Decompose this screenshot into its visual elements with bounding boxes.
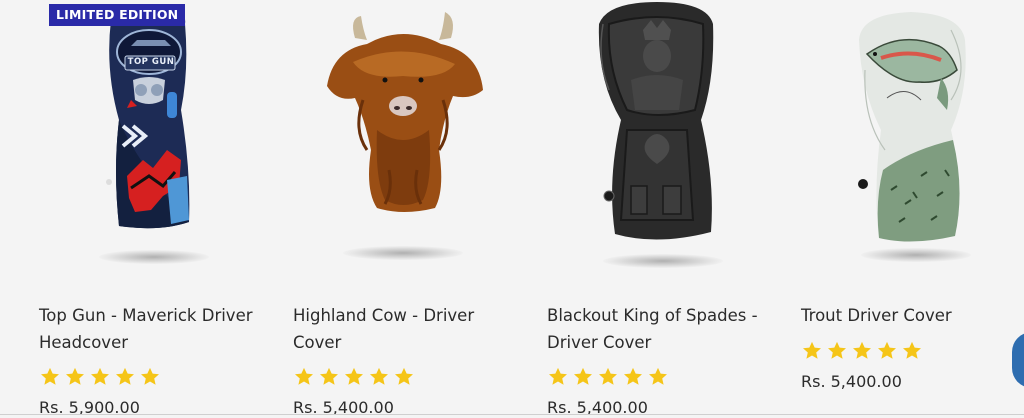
star-icon [370,367,388,385]
product-title[interactable]: Highland Cow - Driver Cover [293,302,533,356]
product-title[interactable]: Trout Driver Cover [801,302,1024,329]
star-icon [295,367,313,385]
star-icon [599,367,617,385]
rating-stars [39,366,161,388]
top-gun-logo-text: TOP GUN [127,57,175,67]
product-title[interactable]: Blackout King of Spades - Driver Cover [547,302,787,356]
product-card-top-gun[interactable]: TOP GUN LIMITED EDITION Top Gun - Maveri… [39,0,279,418]
highland-cow-headcover-image [327,12,483,212]
star-icon [803,341,821,359]
product-card-highland-cow[interactable]: Highland Cow - Driver Cover Rs. 5,400.00 [293,0,533,418]
product-card-trout[interactable]: Trout Driver Cover Rs. 5,400.00 [801,0,1024,418]
trout-headcover-image [858,12,966,242]
product-grid: TOP GUN LIMITED EDITION Top Gun - Maveri… [0,0,1024,418]
product-title-line: Trout Driver Cover [801,306,952,325]
product-title-line: Driver Cover [547,333,652,352]
star-icon [853,341,871,359]
product-title-line: Top Gun - Maverick Driver [39,306,253,325]
product-title-line: Cover [293,333,342,352]
top-gun-headcover-image [106,11,190,229]
star-icon [878,341,896,359]
star-icon [574,367,592,385]
product-image-highland-cow[interactable] [293,0,533,280]
star-icon [345,367,363,385]
star-icon [649,367,667,385]
king-of-spades-headcover-image [598,2,714,240]
product-title-line: Blackout King of Spades - [547,306,758,325]
star-icon [624,367,642,385]
product-image-king-of-spades[interactable] [547,0,787,280]
star-icon [903,341,921,359]
star-icon [395,367,413,385]
limited-edition-badge: LIMITED EDITION [49,4,186,26]
star-icon [91,367,109,385]
star-icon [116,367,134,385]
star-icon [41,367,59,385]
product-title[interactable]: Top Gun - Maverick Driver Headcover [39,302,279,356]
rating-stars [547,366,669,388]
product-title-line: Headcover [39,333,129,352]
rating-stars [801,340,923,362]
rating-stars [293,366,415,388]
product-image-trout[interactable] [801,0,1024,280]
divider [0,414,1024,415]
product-card-king-of-spades[interactable]: Blackout King of Spades - Driver Cover R… [547,0,787,418]
star-icon [320,367,338,385]
star-icon [66,367,84,385]
star-icon [141,367,159,385]
product-price: Rs. 5,400.00 [801,372,902,391]
product-image-top-gun[interactable]: TOP GUN [39,0,279,280]
star-icon [828,341,846,359]
product-title-line: Highland Cow - Driver [293,306,475,325]
star-icon [549,367,567,385]
